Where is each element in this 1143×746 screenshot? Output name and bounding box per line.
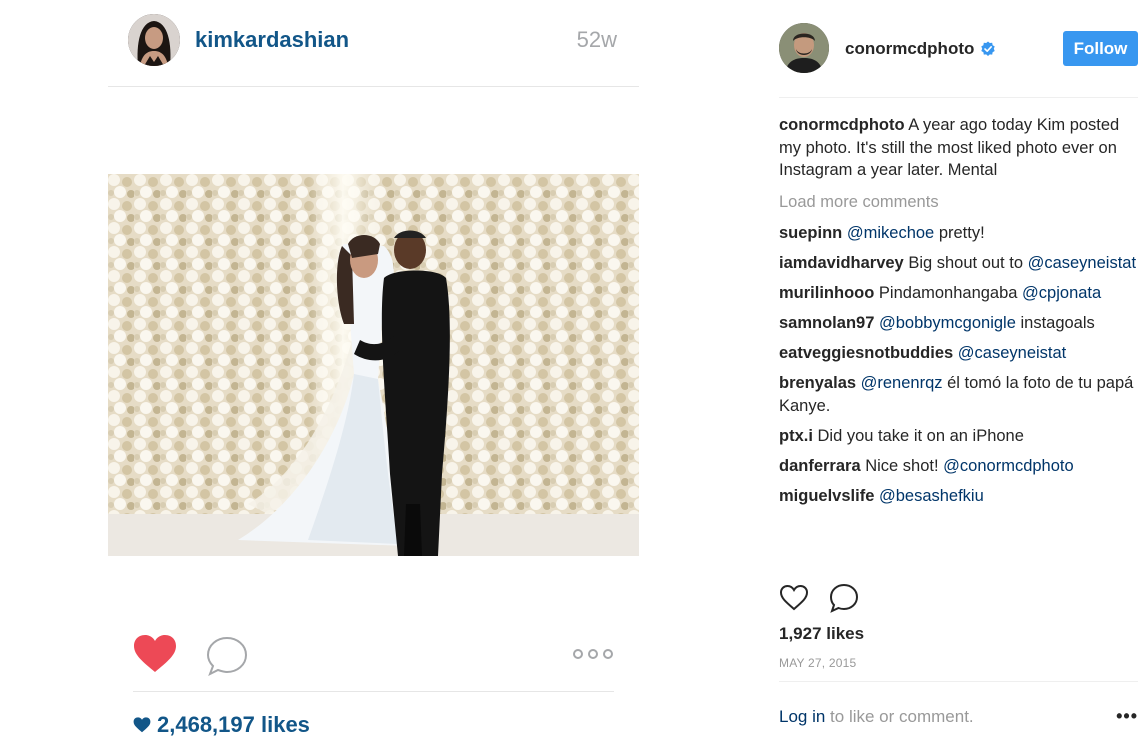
comment-text: Nice shot!	[865, 456, 944, 475]
comment-username[interactable]: suepinn	[779, 224, 842, 242]
caption-username[interactable]: conormcdphoto	[779, 116, 905, 134]
login-prompt-text: to like or comment.	[825, 707, 974, 726]
comment-text: instagoals	[1015, 314, 1095, 332]
login-link[interactable]: Log in	[779, 707, 825, 726]
comment-mention[interactable]: @bobbymcgonigle	[879, 314, 1016, 332]
more-dots-icon[interactable]	[572, 644, 614, 664]
comment-mention[interactable]: @conormcdphoto	[943, 457, 1074, 475]
comment-item: iamdavidharvey Big shout out to @caseyne…	[779, 252, 1138, 275]
comment-text: pretty!	[934, 224, 985, 242]
heart-outline-icon[interactable]	[779, 583, 809, 613]
comment-username[interactable]: miguelvslife	[779, 487, 874, 505]
embed-username[interactable]: kimkardashian	[195, 27, 349, 53]
post-photo[interactable]	[108, 174, 639, 556]
verified-badge-icon	[981, 41, 996, 56]
comment-item: danferrara Nice shot! @conormcdphoto	[779, 455, 1138, 478]
comment-text: Did you take it on an iPhone	[817, 426, 1024, 445]
comment-item: ptx.i Did you take it on an iPhone	[779, 425, 1138, 448]
comment-item: murilinhooo Pindamonhangaba @cpjonata	[779, 282, 1138, 305]
embed-timestamp[interactable]: 52w	[577, 27, 617, 53]
comment-username[interactable]: ptx.i	[779, 427, 813, 445]
panel-header: conormcdphoto Follow	[779, 0, 1138, 98]
embed-header: kimkardashian 52w	[108, 0, 639, 87]
panel-username[interactable]: conormcdphoto	[845, 39, 974, 59]
comment-item: eatveggiesnotbuddies @caseyneistat	[779, 342, 1138, 365]
post-date[interactable]: MAY 27, 2015	[779, 656, 856, 670]
panel-footer: Log in to like or comment. •••	[779, 681, 1138, 741]
comment-username[interactable]: danferrara	[779, 457, 861, 475]
comment-username[interactable]: eatveggiesnotbuddies	[779, 344, 953, 362]
comment-username[interactable]: murilinhooo	[779, 284, 874, 302]
embed-actions	[133, 632, 614, 692]
comment-bubble-icon[interactable]	[206, 636, 248, 677]
comment-item: samnolan97 @bobbymcgonigle instagoals	[779, 312, 1138, 335]
login-prompt: Log in to like or comment.	[779, 707, 974, 727]
kimkardashian-avatar[interactable]	[128, 14, 180, 66]
comment-mention[interactable]: @renenrqz	[861, 374, 943, 392]
small-heart-icon	[133, 717, 151, 733]
comment-item: brenyalas @renenrqz él tomó la foto de t…	[779, 372, 1138, 417]
comment-item: miguelvslife @besashefkiu	[779, 485, 1138, 508]
comment-text: Pindamonhangaba	[878, 284, 1023, 302]
comment-mention[interactable]: @mikechoe	[847, 224, 934, 242]
load-more-comments-link[interactable]: Load more comments	[779, 191, 1138, 214]
embed-likes-count[interactable]: 2,468,197 likes	[133, 712, 310, 738]
more-options-icon[interactable]: •••	[1116, 706, 1138, 727]
comment-mention[interactable]: @caseyneistat	[958, 344, 1066, 362]
comments-list[interactable]: conormcdphoto A year ago today Kim poste…	[779, 114, 1138, 570]
comment-text: Big shout out to	[908, 254, 1028, 272]
post-caption: conormcdphoto A year ago today Kim poste…	[779, 114, 1138, 182]
embed-likes-label: 2,468,197 likes	[157, 712, 310, 737]
comment-username[interactable]: samnolan97	[779, 314, 874, 332]
heart-filled-icon[interactable]	[133, 634, 177, 674]
comment-item: suepinn @mikechoe pretty!	[779, 222, 1138, 245]
comment-mention[interactable]: @besashefkiu	[879, 487, 984, 505]
comment-username[interactable]: iamdavidharvey	[779, 254, 904, 272]
panel-likes-count[interactable]: 1,927 likes	[779, 624, 864, 644]
comment-outline-icon[interactable]	[829, 583, 859, 613]
comment-username[interactable]: brenyalas	[779, 374, 856, 392]
conormcdphoto-avatar[interactable]	[779, 23, 829, 73]
comment-mention[interactable]: @cpjonata	[1022, 284, 1101, 302]
panel-username-row[interactable]: conormcdphoto	[845, 39, 996, 59]
comment-mention[interactable]: @caseyneistat	[1028, 254, 1136, 272]
follow-button[interactable]: Follow	[1063, 31, 1138, 66]
